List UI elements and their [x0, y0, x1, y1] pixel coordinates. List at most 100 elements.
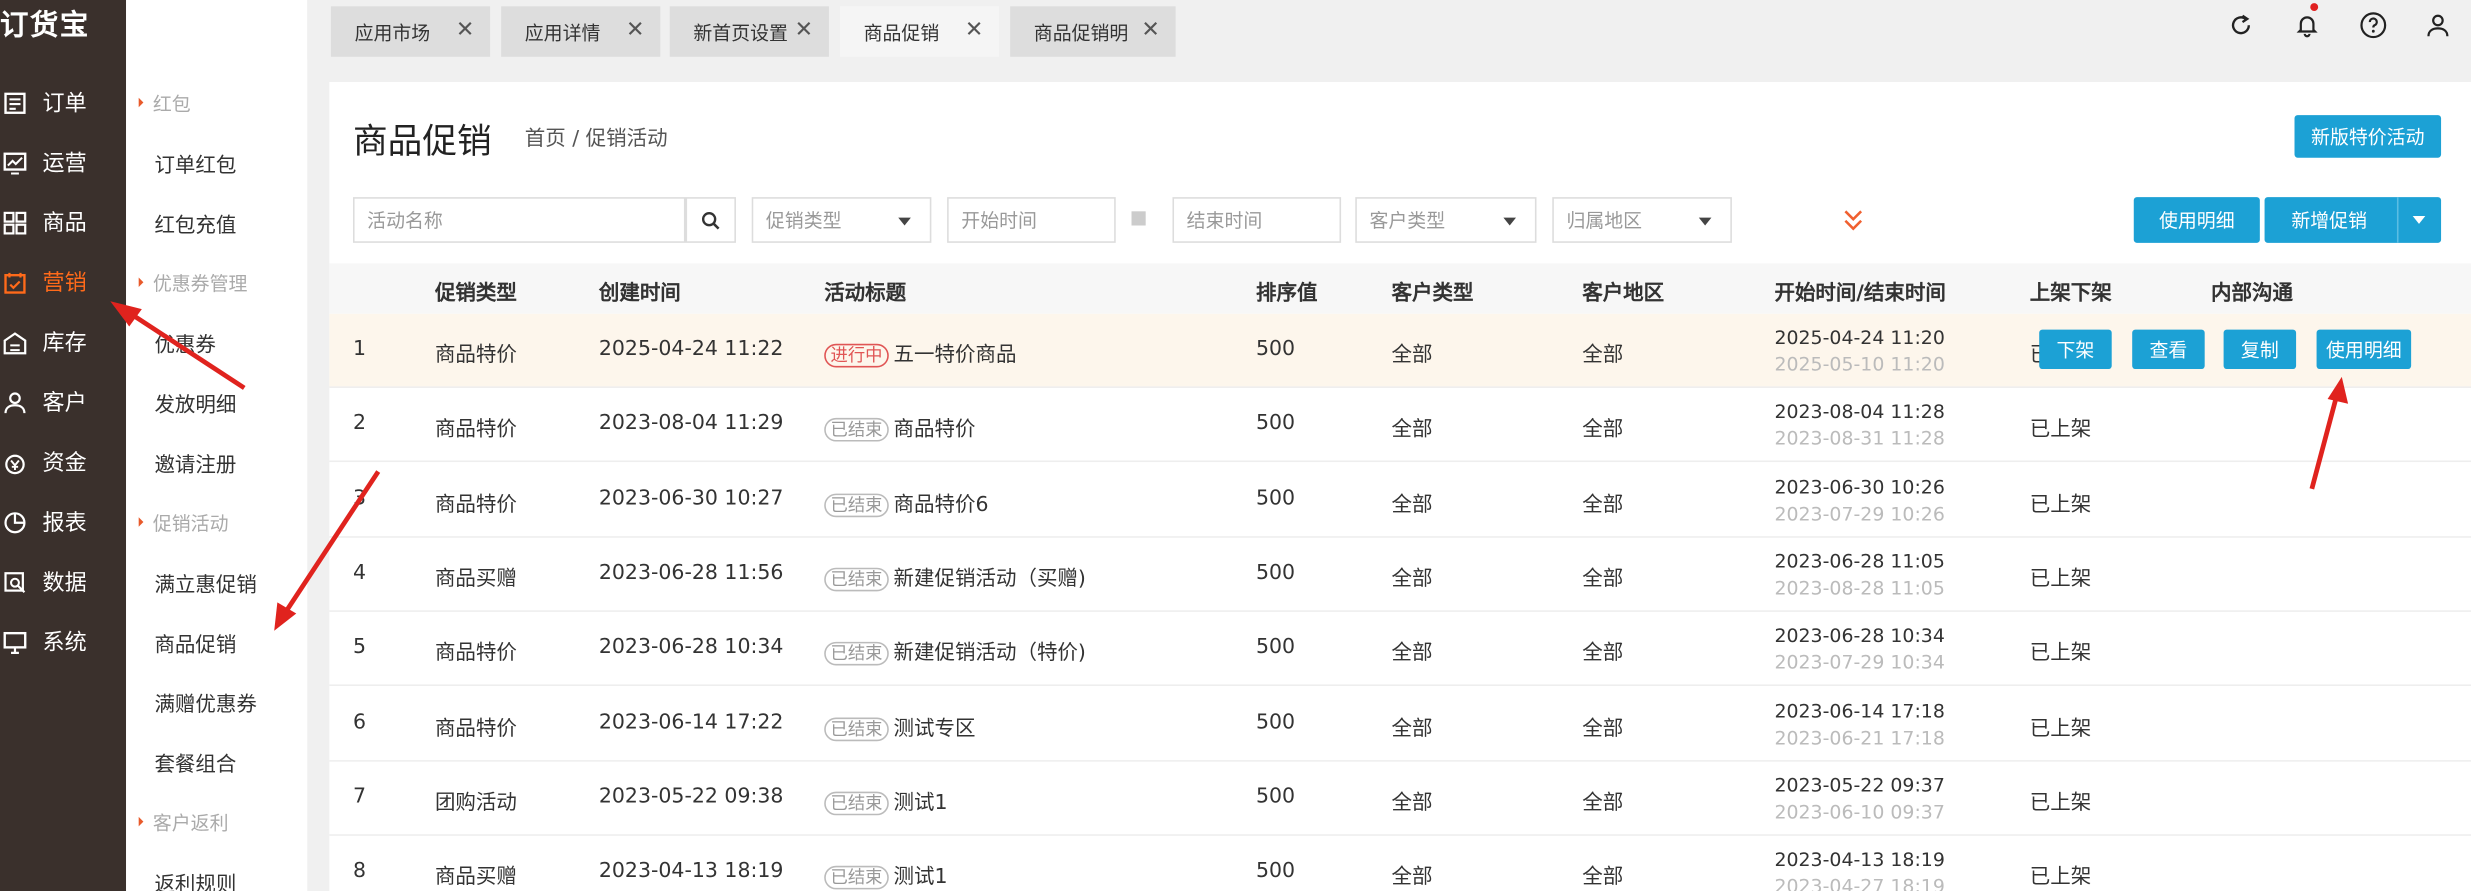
submenu-item[interactable]: 套餐组合 [126, 732, 307, 792]
customer-region-cell: 全部 [1582, 343, 1624, 368]
search-button[interactable] [685, 197, 736, 243]
end-time-placeholder: 结束时间 [1186, 209, 1263, 232]
submenu-item[interactable]: 邀请注册 [126, 432, 307, 492]
activity-title-cell[interactable]: 已结束 测试1 [824, 785, 948, 815]
activity-title-cell[interactable]: 已结束 测试专区 [824, 710, 976, 741]
activity-title-cell[interactable]: 已结束 新建促销活动（特价) [824, 636, 1086, 666]
close-icon[interactable]: ✕ [1141, 17, 1159, 42]
activity-title-cell[interactable]: 已结束 商品特价6 [824, 487, 989, 517]
money-icon [2, 449, 27, 474]
end-time-input[interactable]: 结束时间 [1172, 197, 1342, 243]
usage-detail-row-button[interactable]: 使用明细 [2316, 329, 2412, 370]
help-icon[interactable] [2358, 9, 2390, 41]
nav-item-3[interactable]: 营销 [0, 252, 126, 312]
table-row[interactable]: 6 商品特价 2023-06-14 17:22 已结束 测试专区 500 全部 全部 2023-… [329, 687, 2471, 761]
promo-type-select[interactable]: 促销类型 [751, 197, 932, 243]
refresh-icon[interactable] [2225, 9, 2257, 41]
row-number: 3 [353, 486, 367, 511]
customer-region-cell: 全部 [1582, 642, 1624, 666]
submenu-item[interactable]: 优惠券 [126, 312, 307, 372]
close-icon[interactable]: ✕ [456, 17, 474, 42]
tab-app-market[interactable]: 应用市场 ✕ [330, 6, 491, 57]
status-badge: 已结束 [824, 492, 889, 517]
table-row[interactable]: 8 商品买赠 2023-04-13 18:19 已结束 测试1 500 全部 全部 2023-0… [329, 836, 2471, 891]
activity-title-cell[interactable]: 已结束 商品特价 [824, 412, 976, 443]
customer-type-select[interactable]: 客户类型 [1355, 197, 1537, 243]
submenu-item[interactable]: 商品促销 [126, 612, 307, 672]
promo-type-cell: 商品特价 [434, 716, 517, 741]
activity-name-input[interactable]: 活动名称 [353, 197, 686, 243]
start-time: 2025-04-24 11:20 [1774, 326, 1945, 349]
usage-detail-button[interactable]: 使用明细 [2133, 197, 2260, 243]
tab-promo-detail[interactable]: 商品促销明 ✕ [1010, 6, 1176, 57]
shelf-status-cell: 已上架 [2029, 492, 2092, 517]
grid-icon [2, 210, 27, 235]
start-time: 2023-06-28 10:34 [1774, 624, 1945, 647]
nav-item-1[interactable]: 运营 [0, 132, 126, 192]
chevron-down-icon[interactable] [2412, 216, 2426, 224]
close-icon[interactable]: ✕ [626, 17, 644, 42]
tab-app-detail[interactable]: 应用详情 ✕ [501, 6, 661, 57]
submenu-item[interactable]: 满立惠促销 [126, 552, 307, 612]
expand-filters-icon[interactable] [1844, 208, 1863, 231]
start-time-input[interactable]: 开始时间 [947, 197, 1116, 243]
column-header: 排序值 [1255, 282, 1318, 306]
table-row[interactable]: 3 商品特价 2023-06-30 10:27 已结束 商品特价6 500 全部 全部 2023… [329, 463, 2471, 538]
submenu-item[interactable]: 红包充值 [126, 192, 307, 252]
copy-button[interactable]: 复制 [2223, 329, 2297, 370]
sort-value-cell: 500 [1255, 337, 1296, 362]
customer-region-cell: 全部 [1582, 716, 1624, 741]
tab-label: 商品促销 [863, 21, 940, 44]
customer-type-cell: 全部 [1391, 567, 1433, 592]
submenu-section: 客户返利 [126, 792, 307, 852]
nav-item-5[interactable]: 客户 [0, 372, 126, 432]
submenu-item[interactable]: 返利规则 [126, 852, 307, 891]
activity-title-cell[interactable]: 已结束 测试1 [824, 860, 948, 890]
table-row[interactable]: 2 商品特价 2023-08-04 11:29 已结束 商品特价 500 全部 全部 2023-… [329, 388, 2471, 463]
nav-item-7[interactable]: 报表 [0, 492, 126, 552]
region-select[interactable]: 归属地区 [1552, 197, 1732, 243]
new-special-price-button[interactable]: 新版特价活动 [2294, 115, 2442, 158]
customer-region-cell: 全部 [1582, 865, 1624, 890]
shelf-status-cell: 已上架 [2029, 567, 2092, 592]
user-icon[interactable] [2422, 9, 2454, 41]
close-icon[interactable]: ✕ [965, 17, 983, 42]
activity-title: 商品特价6 [893, 492, 989, 517]
row-number: 6 [353, 710, 367, 735]
tab-product-promo[interactable]: 商品促销 ✕ [839, 6, 1000, 57]
status-badge: 已结束 [824, 567, 889, 592]
nav-item-0[interactable]: 订单 [0, 73, 126, 133]
activity-title: 测试1 [893, 865, 948, 890]
nav-item-4[interactable]: 库存 [0, 312, 126, 372]
calendar-icon[interactable] [1131, 211, 1146, 226]
nav-item-8[interactable]: 数据 [0, 552, 126, 612]
activity-title: 五一特价商品 [893, 343, 1017, 368]
column-header: 客户地区 [1582, 282, 1665, 306]
view-button[interactable]: 查看 [2132, 329, 2205, 370]
nav-item-9[interactable]: 系统 [0, 612, 126, 672]
table-row[interactable]: 5 商品特价 2023-06-28 10:34 已结束 新建促销活动（特价) 500 全部 全… [329, 612, 2471, 687]
submenu-item[interactable]: 发放明细 [126, 372, 307, 432]
bell-icon[interactable] [2291, 3, 2323, 41]
activity-title-cell[interactable]: 进行中 五一特价商品 [824, 337, 1017, 368]
close-icon[interactable]: ✕ [795, 17, 813, 42]
end-time: 2023-08-28 11:05 [1774, 577, 1945, 600]
activity-title-cell[interactable]: 已结束 新建促销活动（买赠) [824, 561, 1086, 592]
tab-home-settings[interactable]: 新首页设置 ✕ [669, 6, 829, 57]
nav-item-label: 营销 [42, 271, 87, 297]
promo-type-cell: 商品特价 [434, 642, 517, 666]
add-promo-button[interactable]: 新增促销 [2264, 197, 2442, 243]
nav-item-2[interactable]: 商品 [0, 192, 126, 252]
activity-name-placeholder: 活动名称 [367, 209, 443, 232]
end-time: 2023-04-27 18:19 [1774, 875, 1945, 891]
unshelf-button[interactable]: 下架 [2039, 329, 2112, 370]
table-row[interactable]: 7 团购活动 2023-05-22 09:38 已结束 测试1 500 全部 全部 2023-0… [329, 761, 2471, 836]
submenu-item[interactable]: 订单红包 [126, 132, 307, 192]
table-row[interactable]: 4 商品买赠 2023-06-28 11:56 已结束 新建促销活动（买赠) 500 全部 全… [329, 538, 2471, 612]
nav-item-label: 报表 [42, 510, 87, 537]
table-row[interactable]: 1 商品特价 2025-04-24 11:22 进行中 五一特价商品 500 全部 全部 202… [329, 313, 2471, 388]
end-time: 2023-06-21 17:18 [1774, 726, 1945, 749]
nav-item-label: 数据 [42, 570, 87, 597]
submenu-item[interactable]: 满赠优惠券 [126, 672, 307, 732]
nav-item-6[interactable]: 资金 [0, 432, 126, 492]
